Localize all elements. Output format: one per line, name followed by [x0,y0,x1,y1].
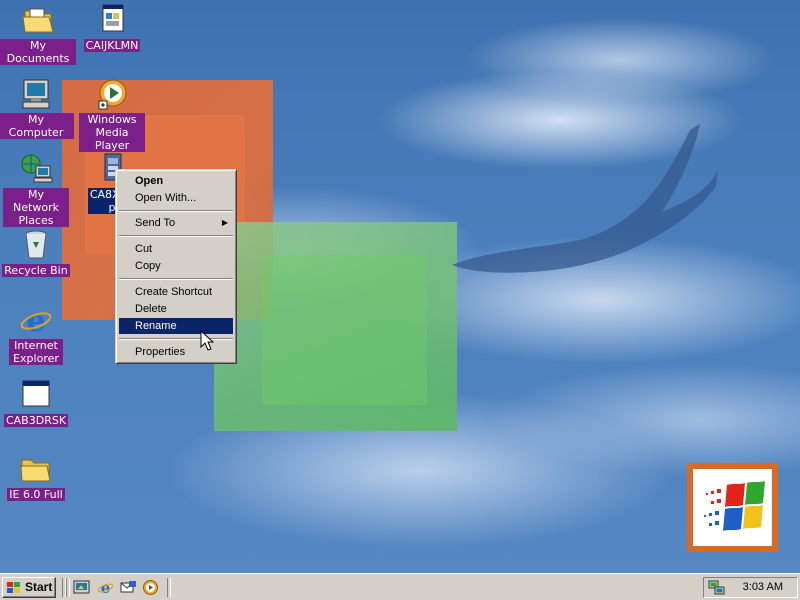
menu-item-create-shortcut[interactable]: Create Shortcut [119,284,233,300]
menu-item-copy[interactable]: Copy [119,258,233,274]
clock[interactable]: 3:03 AM [743,578,783,597]
outlook-express-icon[interactable] [120,579,137,596]
icon-label: My Computer [0,113,74,139]
media-player-icon[interactable] [142,579,159,596]
network-tray-icon[interactable] [708,579,725,596]
my-computer-icon [22,79,50,109]
menu-item-send-to[interactable]: Send To ▶ [119,215,233,231]
folder-documents-icon [22,8,54,33]
taskbar: Start e 3:03 AM [0,573,800,600]
desktop-icon-my-network-places[interactable]: My Network Places [0,152,74,227]
setup-program-icon [102,4,124,32]
desktop-icon-windows-media-player[interactable]: Windows Media Player [74,77,150,152]
menu-item-label: Send To [135,217,176,229]
menu-separator [119,235,233,237]
desktop-icon-my-computer[interactable]: My Computer [0,77,74,139]
taskbar-divider [66,578,70,597]
icon-label: CAB3DRSK [3,414,69,427]
desktop-icon-ie60-full[interactable]: IE 6.0 Full [0,452,74,501]
wallpaper-swimmer [452,124,718,273]
menu-item-cut[interactable]: Cut [119,241,233,257]
menu-item-delete[interactable]: Delete [119,301,233,317]
menu-separator [119,210,233,212]
desktop[interactable]: My Documents CAIJKLMN My Computer Window… [0,0,800,573]
media-player-icon [98,79,127,110]
taskbar-divider [167,578,171,597]
desktop-icon-recycle-bin[interactable]: Recycle Bin [0,228,74,277]
windows-logo-badge [687,463,778,552]
folder-icon [20,459,51,482]
show-desktop-icon[interactable] [73,579,90,596]
svg-text:e: e [101,579,111,596]
icon-label: CAIJKLMN [83,39,141,52]
submenu-arrow-icon: ▶ [221,218,228,227]
icon-label: Internet Explorer [9,339,63,365]
start-label: Start [25,580,53,594]
svg-text:e: e [26,304,45,337]
menu-item-open[interactable]: Open [119,173,233,189]
system-tray: 3:03 AM [703,577,798,598]
desktop-icon-my-documents[interactable]: My Documents [0,3,76,65]
desktop-icon-cab3drsk[interactable]: CAB3DRSK [0,378,74,427]
menu-item-open-with[interactable]: Open With... [119,190,233,206]
desktop-icon-caijklmn[interactable]: CAIJKLMN [74,3,150,52]
network-places-icon [21,154,53,183]
icon-label: Recycle Bin [2,264,70,277]
menu-separator [119,278,233,280]
windows-flag-icon [704,481,765,531]
windows-flag-icon [7,582,20,593]
icon-label: My Documents [0,39,76,65]
recycle-bin-icon [25,230,47,259]
window-app-icon [22,380,50,407]
internet-explorer-icon[interactable]: e [97,579,114,596]
mouse-cursor-icon [200,330,215,351]
desktop-icon-internet-explorer[interactable]: e Internet Explorer [0,303,74,365]
wallpaper-green-inner [262,255,427,405]
icon-label: IE 6.0 Full [7,488,65,501]
icon-label: My Network Places [3,188,69,227]
icon-label: Windows Media Player [79,113,145,152]
internet-explorer-icon: e [20,304,52,337]
start-button[interactable]: Start [2,577,56,598]
context-menu: Open Open With... Send To ▶ Cut Copy Cre… [115,169,237,364]
